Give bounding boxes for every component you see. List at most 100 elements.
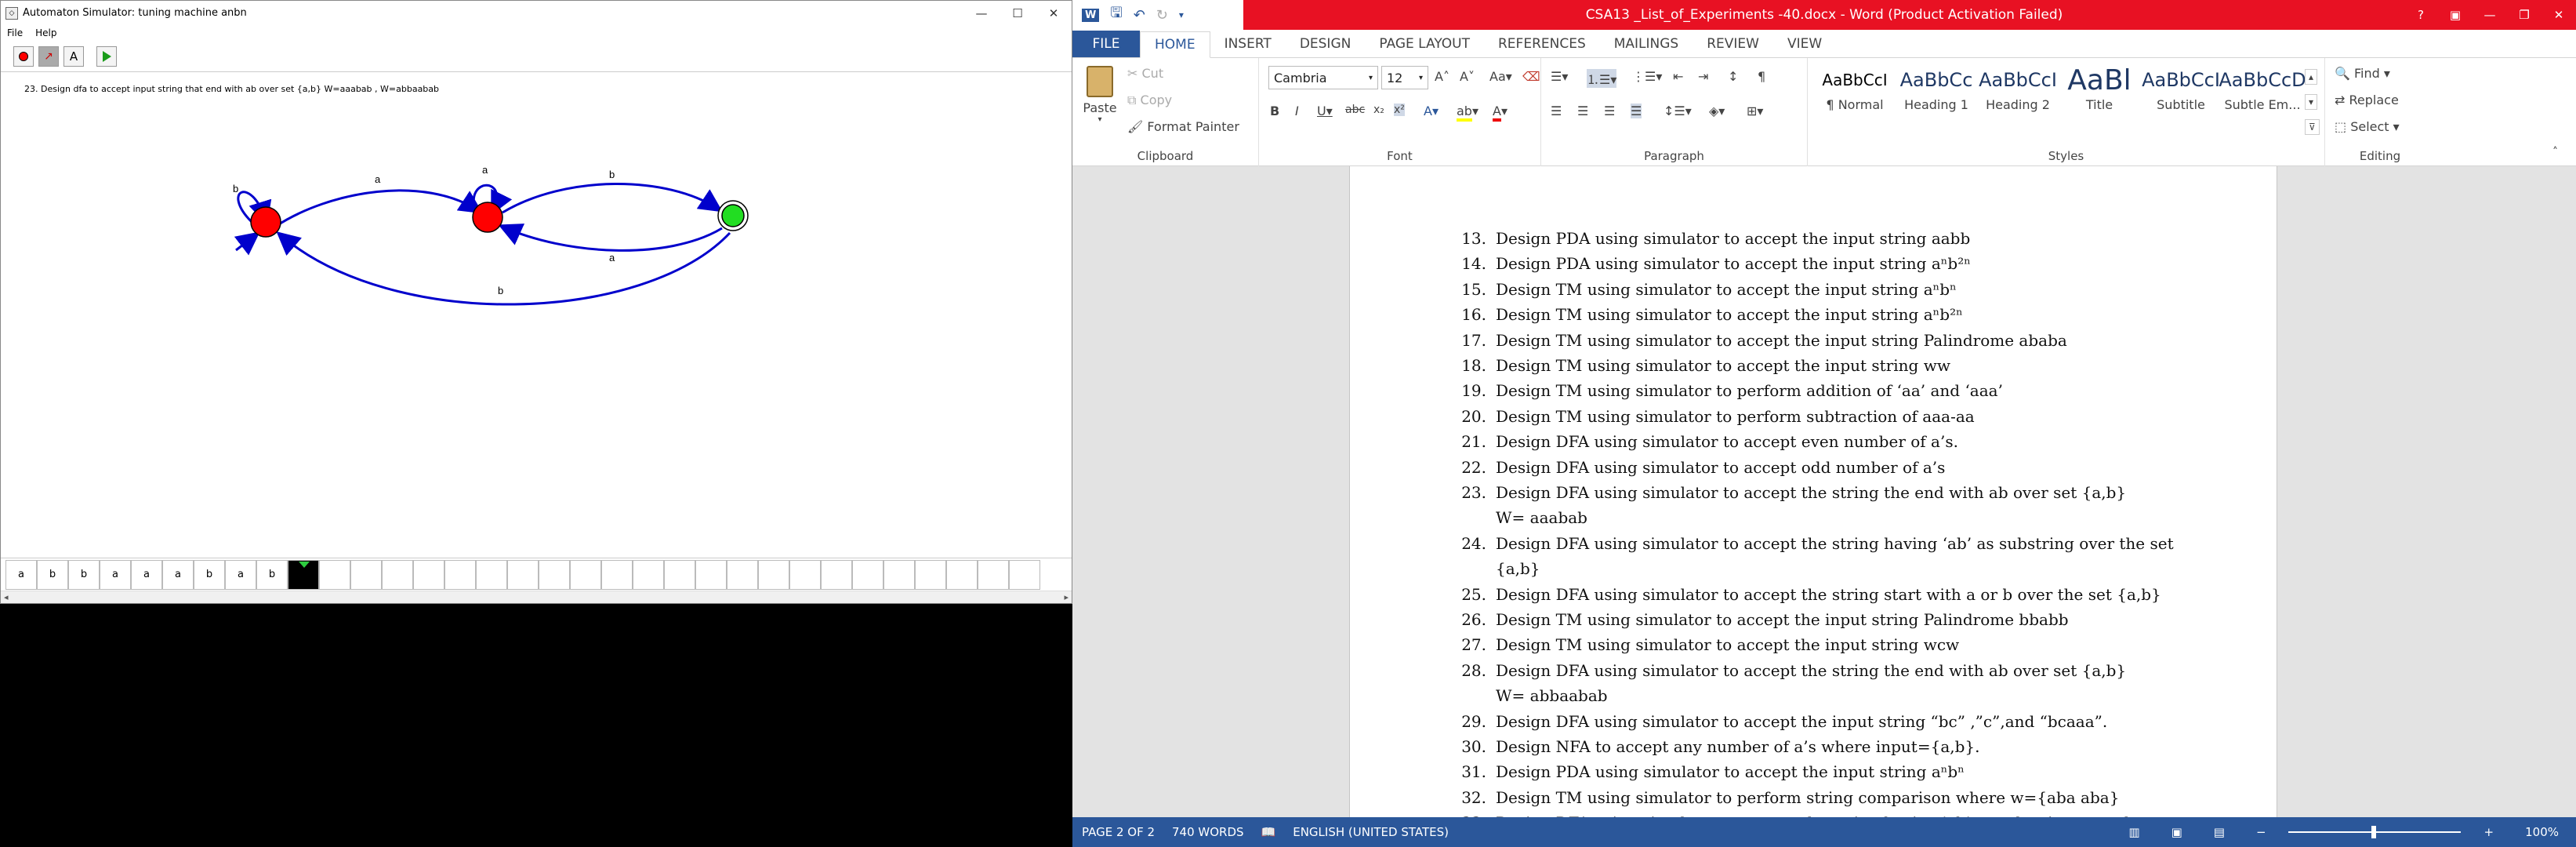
font-color-icon[interactable]: A▾	[1493, 104, 1508, 122]
tape-cell[interactable]	[695, 559, 727, 590]
highlight-icon[interactable]: ab▾	[1457, 104, 1478, 122]
tab-insert[interactable]: INSERT	[1210, 31, 1286, 57]
document-page[interactable]: 13. Design PDA using simulator to accept …	[1349, 166, 2277, 832]
style-item[interactable]: AaBbCcI Heading 2	[1977, 63, 2059, 112]
tape-head-cell[interactable]	[288, 559, 319, 590]
zoom-in-icon[interactable]: +	[2484, 825, 2494, 839]
tab-page-layout[interactable]: PAGE LAYOUT	[1365, 31, 1484, 57]
cut-button[interactable]: ✂ Cut	[1127, 66, 1163, 81]
grow-font-icon[interactable]: A˄	[1435, 69, 1449, 84]
align-left-icon[interactable]: ☰	[1551, 104, 1562, 118]
close-icon[interactable]: ✕	[2542, 8, 2576, 22]
align-right-icon[interactable]: ☰	[1604, 104, 1615, 118]
tape-cell[interactable]	[633, 559, 664, 590]
numbering-icon[interactable]: ⒈☰▾	[1587, 69, 1617, 88]
change-case-icon[interactable]: Aa▾	[1489, 69, 1512, 84]
tape-cell[interactable]: a	[100, 559, 131, 590]
transition-q1-q2[interactable]	[502, 183, 723, 214]
tape-cell[interactable]	[413, 559, 444, 590]
borders-icon[interactable]: ⊞▾	[1747, 104, 1763, 118]
tape-cell[interactable]	[821, 559, 852, 590]
copy-button[interactable]: ⧉ Copy	[1127, 93, 1172, 108]
transition-q2-q1[interactable]	[498, 224, 723, 252]
tape-cell[interactable]	[507, 559, 539, 590]
state-q1[interactable]	[472, 202, 503, 233]
zoom-out-icon[interactable]: −	[2256, 825, 2266, 839]
state-q0[interactable]	[250, 206, 281, 238]
tape-cell[interactable]: b	[194, 559, 225, 590]
decrease-indent-icon[interactable]: ⇤	[1673, 69, 1683, 84]
format-painter-button[interactable]: 🖌 Format Painter	[1127, 119, 1239, 134]
maximize-icon[interactable]: ☐	[1000, 1, 1036, 25]
add-transition-tool[interactable]: ↗	[38, 45, 59, 67]
help-icon[interactable]: ?	[2404, 8, 2438, 22]
zoom-level[interactable]: 100%	[2525, 825, 2559, 839]
tape-cell[interactable]	[664, 559, 695, 590]
clear-formatting-icon[interactable]: ⌫	[1522, 69, 1540, 84]
word-count[interactable]: 740 WORDS	[1172, 825, 1244, 839]
tape-cell[interactable]: a	[225, 559, 256, 590]
style-item[interactable]: AaBl Title	[2059, 63, 2140, 113]
paste-button[interactable]: Paste ▾	[1080, 66, 1119, 124]
proofing-icon[interactable]: 📖	[1261, 825, 1276, 839]
menu-help[interactable]: Help	[35, 27, 56, 38]
increase-indent-icon[interactable]: ⇥	[1698, 69, 1708, 84]
menu-file[interactable]: File	[7, 27, 23, 38]
tape-cell[interactable]: a	[5, 559, 37, 590]
close-icon[interactable]: ✕	[1036, 1, 1072, 25]
tape-cell[interactable]: a	[131, 559, 162, 590]
styles-scroll-down-icon[interactable]: ▾	[2305, 94, 2318, 110]
tape-cell[interactable]: a	[162, 559, 194, 590]
tape-cell[interactable]	[601, 559, 633, 590]
ribbon-display-icon[interactable]: ▣	[2438, 8, 2473, 22]
justify-icon[interactable]: ☰	[1631, 104, 1642, 118]
style-item[interactable]: AaBbCcD Subtle Em...	[2219, 63, 2306, 112]
tape-cell[interactable]	[476, 559, 507, 590]
scroll-right-icon[interactable]: ▸	[1064, 592, 1068, 602]
style-item[interactable]: AaBbCcI ¶ Normal	[1814, 63, 1896, 112]
restore-icon[interactable]: ❐	[2507, 8, 2542, 22]
tape-cell[interactable]: b	[256, 559, 288, 590]
tape-cell[interactable]	[915, 559, 946, 590]
tape-cell[interactable]	[1009, 559, 1040, 590]
transition-q2-q0[interactable]	[276, 231, 731, 306]
tab-file[interactable]: FILE	[1072, 31, 1140, 57]
transition-q0-q1[interactable]	[274, 189, 484, 228]
automaton-canvas[interactable]: 23. Design dfa to accept input string th…	[1, 73, 1072, 559]
underline-icon[interactable]: U▾	[1317, 104, 1333, 118]
tape-cell[interactable]	[727, 559, 758, 590]
tape-cell[interactable]	[570, 559, 601, 590]
tape-cell[interactable]	[382, 559, 413, 590]
tape-cell[interactable]	[444, 559, 476, 590]
tape-cell[interactable]: b	[37, 559, 68, 590]
tape-cell[interactable]	[883, 559, 915, 590]
horizontal-scrollbar[interactable]: ◂ ▸	[1, 591, 1072, 603]
replace-button[interactable]: ⇄ Replace	[2335, 93, 2399, 107]
tape-cell[interactable]	[852, 559, 883, 590]
tape-cell[interactable]	[350, 559, 382, 590]
tab-references[interactable]: REFERENCES	[1484, 31, 1600, 57]
tape-cell[interactable]	[978, 559, 1009, 590]
add-state-tool[interactable]	[13, 45, 34, 67]
scroll-left-icon[interactable]: ◂	[4, 592, 9, 602]
shading-icon[interactable]: ◈▾	[1709, 104, 1725, 118]
paste-dropdown-icon[interactable]: ▾	[1080, 115, 1119, 124]
tab-review[interactable]: REVIEW	[1693, 31, 1773, 57]
font-size-box[interactable]: 12 ▾	[1381, 66, 1428, 89]
shrink-font-icon[interactable]: A˅	[1460, 69, 1475, 84]
tab-mailings[interactable]: MAILINGS	[1600, 31, 1693, 57]
style-item[interactable]: AaBbCcI Subtitle	[2140, 63, 2222, 112]
web-layout-icon[interactable]: ▤	[2214, 825, 2225, 839]
sort-icon[interactable]: ↕	[1728, 69, 1738, 84]
style-item[interactable]: AaBbCc Heading 1	[1896, 63, 1977, 112]
show-marks-icon[interactable]: ¶	[1758, 69, 1765, 84]
collapse-ribbon-icon[interactable]: ˄	[2552, 146, 2558, 158]
tape-cell[interactable]	[319, 559, 350, 590]
minimize-icon[interactable]: —	[2473, 8, 2507, 22]
tape-cell[interactable]	[539, 559, 570, 590]
zoom-slider-knob[interactable]	[2371, 826, 2376, 838]
tab-home[interactable]: HOME	[1140, 31, 1210, 58]
read-mode-icon[interactable]: ▥	[2128, 825, 2139, 839]
italic-icon[interactable]: I	[1295, 104, 1299, 118]
find-button[interactable]: 🔍 Find ▾	[2335, 66, 2390, 81]
